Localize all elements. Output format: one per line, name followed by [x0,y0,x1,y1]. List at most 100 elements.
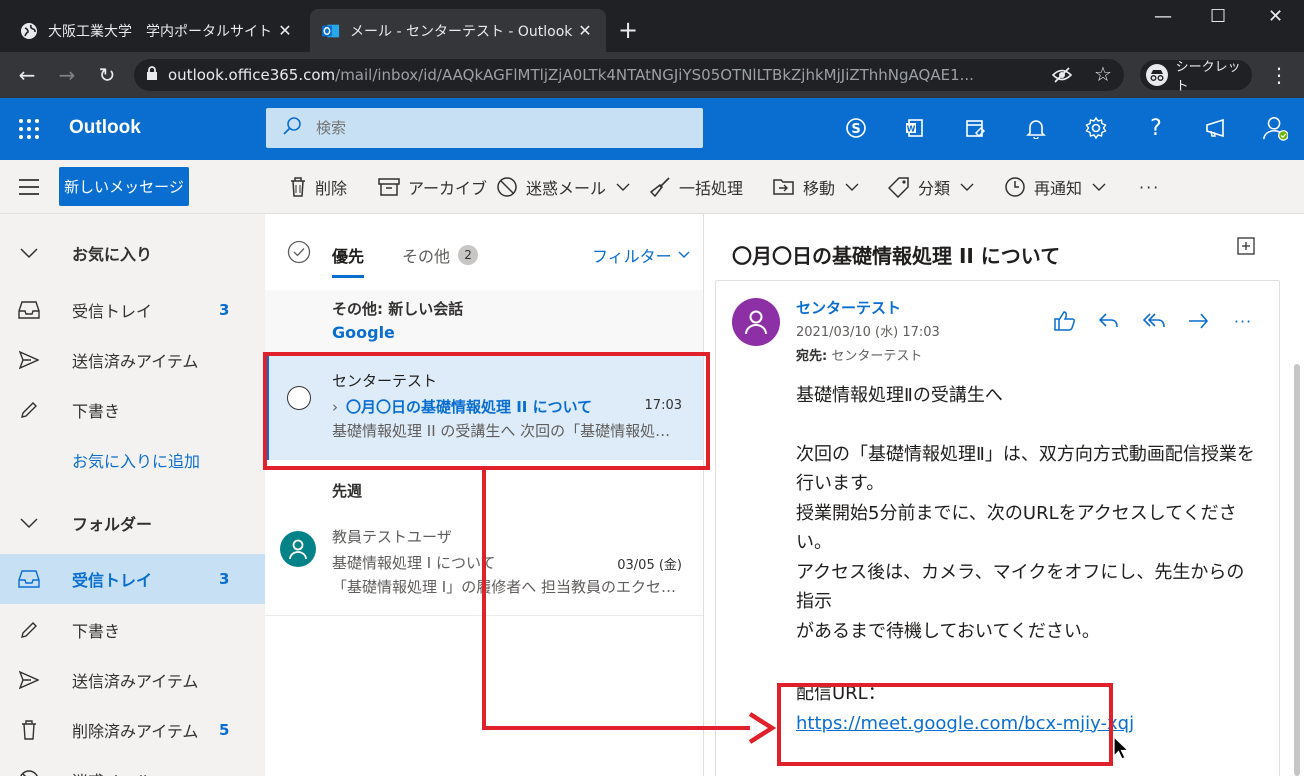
tab-focused[interactable]: 優先 [332,243,365,278]
close-tab-icon[interactable]: ✕ [576,21,594,40]
mouse-cursor-icon [1113,736,1130,760]
sender-avatar[interactable] [732,298,780,346]
back-icon[interactable]: ← [14,62,40,88]
new-tab-button[interactable]: + [618,16,638,44]
help-icon[interactable]: ? [1143,115,1169,141]
app-name[interactable]: Outlook [69,117,141,139]
close-tab-icon[interactable]: ✕ [276,21,294,40]
sender-name[interactable]: センターテスト [796,297,901,318]
pencil-icon [18,619,40,641]
hamburger-menu-icon[interactable] [18,177,40,197]
folders-label: フォルダー [72,515,153,534]
other-conversation-sender: Google [332,323,395,342]
tab-title: 大阪工業大学 学内ポータルサイト [48,23,272,40]
new-message-button[interactable]: 新しいメッセージ [59,167,189,206]
favorites-label: お気に入り [72,245,153,264]
favorite-drafts[interactable]: 下書き [0,385,265,435]
maximize-icon[interactable]: ☐ [1210,6,1226,27]
favorite-sent[interactable]: 送信済みアイテム [0,335,265,385]
arrow-head [748,712,776,744]
folder-sent-label: 送信済みアイテム [72,672,199,691]
body-line: アクセス後は、カメラ、マイクをオフにし、先生からの指示 [796,561,1245,613]
delete-button[interactable]: 削除 [289,174,347,200]
folder-deleted[interactable]: 削除済みアイテム 5 [0,705,265,755]
minimize-icon[interactable]: — [1154,6,1172,27]
more-actions-button[interactable]: ··· [1139,174,1160,200]
favorites-header[interactable]: お気に入り [0,228,265,278]
other-conversation-title: その他: 新しい会話 [332,300,464,318]
account-avatar-icon[interactable] [1262,115,1288,141]
more-options-icon[interactable]: ··· [1231,309,1255,333]
incognito-label: シークレット [1175,60,1241,94]
select-all-icon[interactable] [287,240,311,264]
message-subject: 基礎情報処理 I について [332,554,496,572]
browser-menu-icon[interactable]: ⋮ [1266,62,1292,88]
bell-icon[interactable] [1023,115,1049,141]
body-blank [796,411,1256,440]
tab-other[interactable]: その他 2 [402,243,479,267]
expand-icon[interactable] [1236,236,1256,256]
body-line: 基礎情報処理Ⅱの受講生へ [796,385,1003,406]
reply-icon[interactable] [1097,309,1121,333]
lock-icon [146,65,158,85]
reload-icon[interactable]: ↻ [94,62,120,88]
pencil-icon [18,399,40,421]
avatar [280,531,316,567]
filter-button[interactable]: フィルター [592,243,690,267]
message-subject-heading: 〇月〇日の基礎情報処理 II について [732,244,1061,268]
browser-tab-outlook[interactable]: メール - センターテスト - Outlook ✕ [310,9,606,52]
inbox-icon [18,299,40,321]
command-bar: 新しいメッセージ 削除 アーカイブ 迷惑メール 一括処理 移動 分類 再通知 ·… [0,160,1304,214]
folders-header[interactable]: フォルダー [0,498,265,548]
folder-drafts[interactable]: 下書き [0,605,265,655]
search-box[interactable] [266,108,703,148]
favorite-drafts-label: 下書き [72,402,121,421]
tab-title: メール - センターテスト - Outlook [350,23,573,40]
folder-junk[interactable]: 迷惑メール [0,755,265,776]
incognito-badge[interactable]: シークレット [1140,60,1252,94]
sweep-button[interactable]: 一括処理 [649,174,743,200]
search-input[interactable] [316,119,676,137]
add-favorite-link[interactable]: お気に入りに追加 [0,435,265,485]
arrow-line-vertical [482,468,486,730]
skype-icon[interactable]: S [843,115,869,141]
body-line: 次回の「基礎情報処理Ⅱ」は、双方向方式動画配信授業を [796,443,1255,465]
junk-button[interactable]: 迷惑メール [496,174,630,200]
incognito-icon [1146,64,1168,86]
add-favorite-label: お気に入りに追加 [72,452,201,471]
app-launcher-icon[interactable] [18,118,40,140]
my-day-icon[interactable] [963,115,989,141]
archive-button[interactable]: アーカイブ [378,174,487,200]
browser-tab-portal[interactable]: 大阪工業大学 学内ポータルサイト ✕ [8,9,306,52]
reply-all-icon[interactable] [1143,309,1167,333]
body-line: 行います。 [796,473,885,494]
trash-icon [291,177,305,197]
forward-icon[interactable] [1187,309,1211,333]
close-window-icon[interactable]: ✕ [1268,6,1283,27]
sent-date: 2021/03/10 (水) 17:03 [796,325,940,340]
categorize-button[interactable]: 分類 [888,174,974,200]
office-icon[interactable]: W [903,115,929,141]
eye-off-icon[interactable] [1051,66,1073,88]
megaphone-icon[interactable] [1203,115,1229,141]
clock-icon [1005,177,1025,197]
junk-label: 迷惑メール [526,179,607,198]
outlook-header: Outlook S W ? [0,98,1304,160]
folder-inbox[interactable]: 受信トレイ 3 [0,554,265,604]
gear-icon[interactable] [1083,115,1109,141]
snooze-button[interactable]: 再通知 [1004,174,1106,200]
filter-label: フィルター [592,247,672,266]
other-conversation-notice[interactable]: その他: 新しい会話 Google [265,290,703,352]
omnibox[interactable]: outlook.office365.com/mail/inbox/id/AAQk… [134,59,1124,91]
body-blank [796,646,1256,679]
folder-sent[interactable]: 送信済みアイテム [0,655,265,705]
folder-deleted-label: 削除済みアイテム [72,722,199,741]
scrollbar-thumb[interactable] [1294,364,1300,776]
favorite-inbox[interactable]: 受信トレイ 3 [0,285,265,335]
bookmark-star-icon[interactable]: ☆ [1094,62,1112,86]
move-button[interactable]: 移動 [773,174,859,200]
chevron-down-icon [1092,183,1106,191]
like-icon[interactable] [1053,309,1077,333]
reading-scrollbar[interactable] [1292,364,1302,776]
forward-icon[interactable]: → [54,62,80,88]
